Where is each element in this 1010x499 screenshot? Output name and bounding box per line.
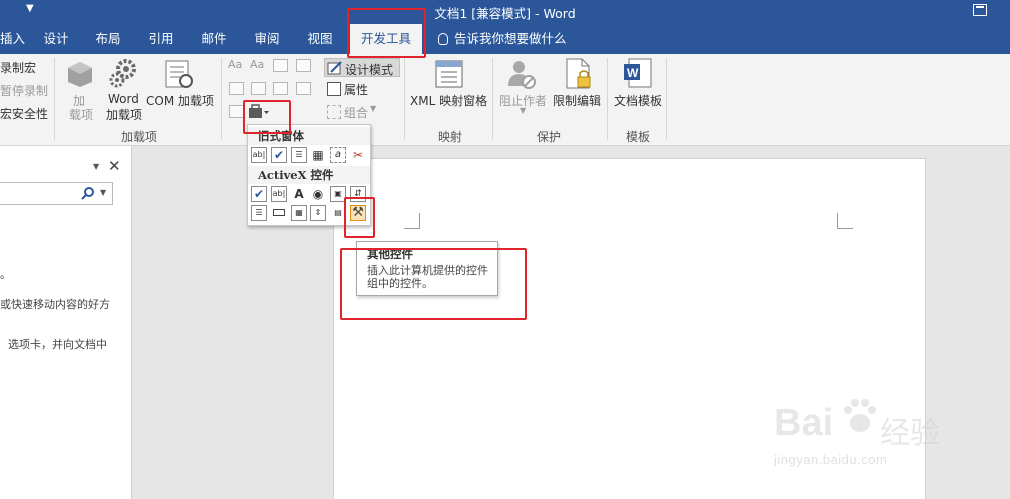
pane-options-dropdown-icon[interactable]: ▼ (93, 162, 99, 171)
properties-icon (327, 82, 341, 96)
form-field-shading-icon[interactable]: a (330, 147, 346, 163)
document-title: 文档1 [兼容模式] - Word (434, 6, 576, 21)
baidu-jingyan-watermark: Bai 经验 jingyan.baidu.com (772, 388, 1010, 499)
title-bar: ▼ 文档1 [兼容模式] - Word (0, 0, 1010, 24)
activex-scroll-bar-icon[interactable]: ⇕ (310, 205, 326, 221)
com-addins-button[interactable]: COM 加载项 (146, 92, 214, 109)
pause-recording-button[interactable]: 暂停录制 (0, 82, 48, 99)
protect-group-label: 保护 (536, 130, 561, 144)
activex-checkbox-icon[interactable]: ✔ (251, 186, 267, 202)
ribbon: 录制宏 暂停录制 宏安全性 加 载项 Word 加载项 COM 加载项 加载项 … (0, 54, 1010, 146)
group-dropdown-icon[interactable]: ▼ (370, 104, 376, 113)
baidu-paw-icon (844, 399, 876, 432)
insert-frame-icon[interactable]: ▦ (310, 147, 326, 163)
activex-command-button-icon[interactable] (271, 205, 287, 221)
navigation-pane: ▼ ✕ ▼ 。 或快速移动内容的好方 选项卡，并向文档中 (0, 146, 132, 499)
group-separator (492, 58, 493, 140)
document-template-button[interactable]: 文档模板 (614, 92, 662, 109)
activex-controls-heading: ActiveX 控件 (248, 166, 370, 184)
tell-me-text: 告诉我你想要做什么 (454, 31, 567, 46)
templates-group-label: 模板 (625, 130, 650, 144)
restrict-editing-button[interactable]: 限制编辑 (553, 92, 601, 109)
annotation-box-developer-tab (347, 8, 426, 58)
combo-box-control-icon[interactable] (251, 82, 266, 95)
plain-text-control-icon[interactable]: Aa (250, 58, 264, 71)
rich-text-control-icon[interactable]: Aa (228, 58, 242, 71)
word-addins-gear-icon (108, 58, 138, 91)
ribbon-tabs: 插入 设计 布局 引用 邮件 审阅 视图 开发工具 告诉我你想要做什么 (0, 24, 1010, 54)
tab-view[interactable]: 视图 (302, 24, 338, 54)
macro-security-button[interactable]: 宏安全性 (0, 105, 48, 122)
group-separator (221, 58, 222, 140)
checkbox-control-icon[interactable] (229, 82, 244, 95)
group-separator (54, 58, 55, 140)
word-addins-label-1[interactable]: Word (108, 92, 139, 106)
block-authors-icon (506, 58, 536, 93)
watermark-url: jingyan.baidu.com (774, 452, 888, 467)
annotation-box-legacy-tools (243, 100, 291, 134)
addins-label-2[interactable]: 载项 (69, 106, 93, 123)
tab-review[interactable]: 审阅 (249, 24, 285, 54)
activex-text-box-icon[interactable]: ab| (271, 186, 287, 202)
search-options-dropdown-icon[interactable]: ▼ (100, 188, 106, 197)
date-picker-control-icon[interactable] (296, 82, 311, 95)
tab-design[interactable]: 设计 (38, 24, 74, 54)
annotation-box-more-controls (344, 197, 375, 238)
legacy-combo-box-icon[interactable]: ☰ (291, 147, 307, 163)
nav-help-text-3: 选项卡，并向文档中 (8, 338, 107, 351)
properties-button[interactable]: 属性 (344, 81, 368, 98)
tab-mailings[interactable]: 邮件 (196, 24, 232, 54)
watermark-brand-cn: 经验 (880, 416, 940, 451)
record-macro-button[interactable]: 录制宏 (0, 59, 36, 76)
activex-label-icon[interactable]: A (291, 186, 307, 202)
design-mode-toggle[interactable]: 设计模式 (324, 58, 400, 77)
building-block-control-icon[interactable] (296, 59, 311, 72)
block-authors-dropdown-icon[interactable]: ▼ (520, 106, 526, 115)
tab-layout[interactable]: 布局 (90, 24, 126, 54)
design-mode-icon (327, 61, 342, 75)
addins-icon (66, 60, 94, 91)
document-template-icon: W (623, 58, 653, 93)
mapping-group-label: 映射 (437, 130, 462, 144)
xml-mapping-pane-button[interactable]: XML 映射窗格 (410, 92, 487, 109)
tab-insert[interactable]: 插入 (0, 24, 25, 54)
group-separator (607, 58, 608, 140)
ribbon-display-options-icon[interactable] (973, 4, 987, 16)
lightbulb-icon (438, 33, 448, 45)
nav-help-text-1: 。 (0, 268, 11, 281)
svg-text:W: W (627, 66, 639, 80)
picture-control-icon[interactable] (273, 59, 288, 72)
word-addins-label-2[interactable]: 加载项 (106, 106, 142, 123)
tell-me-box[interactable]: 告诉我你想要做什么 (438, 24, 567, 54)
legacy-checkbox-icon[interactable]: ✔ (271, 147, 287, 163)
addins-group-label: 加载项 (120, 130, 157, 144)
group-separator (404, 58, 405, 140)
com-addins-icon (164, 60, 194, 91)
close-pane-icon[interactable]: ✕ (108, 157, 121, 175)
restrict-editing-icon (564, 58, 594, 93)
repeating-section-control-icon[interactable] (229, 105, 244, 118)
activex-option-button-icon[interactable]: ◉ (310, 186, 326, 202)
reset-form-fields-eraser-icon[interactable]: ✂ (350, 147, 366, 163)
nav-help-text-2: 或快速移动内容的好方 (0, 298, 110, 311)
activex-combo-box-icon[interactable]: ▦ (291, 205, 307, 221)
activex-list-box-icon[interactable]: ☰ (251, 205, 267, 221)
xml-mapping-pane-icon (435, 60, 463, 91)
search-icon[interactable] (81, 187, 95, 201)
legacy-text-field-icon[interactable]: ab| (251, 147, 267, 163)
group-separator (666, 58, 667, 140)
tab-references[interactable]: 引用 (143, 24, 179, 54)
watermark-brand: Bai (774, 402, 834, 444)
margin-crop-mark-right (837, 213, 853, 229)
dropdown-list-control-icon[interactable] (273, 82, 288, 95)
margin-crop-mark-left (404, 213, 420, 229)
search-document-input[interactable]: ▼ (0, 182, 113, 205)
annotation-box-tooltip (340, 248, 527, 320)
group-button[interactable]: 组合 (344, 104, 368, 121)
group-icon (327, 105, 341, 119)
design-mode-label: 设计模式 (345, 63, 394, 77)
